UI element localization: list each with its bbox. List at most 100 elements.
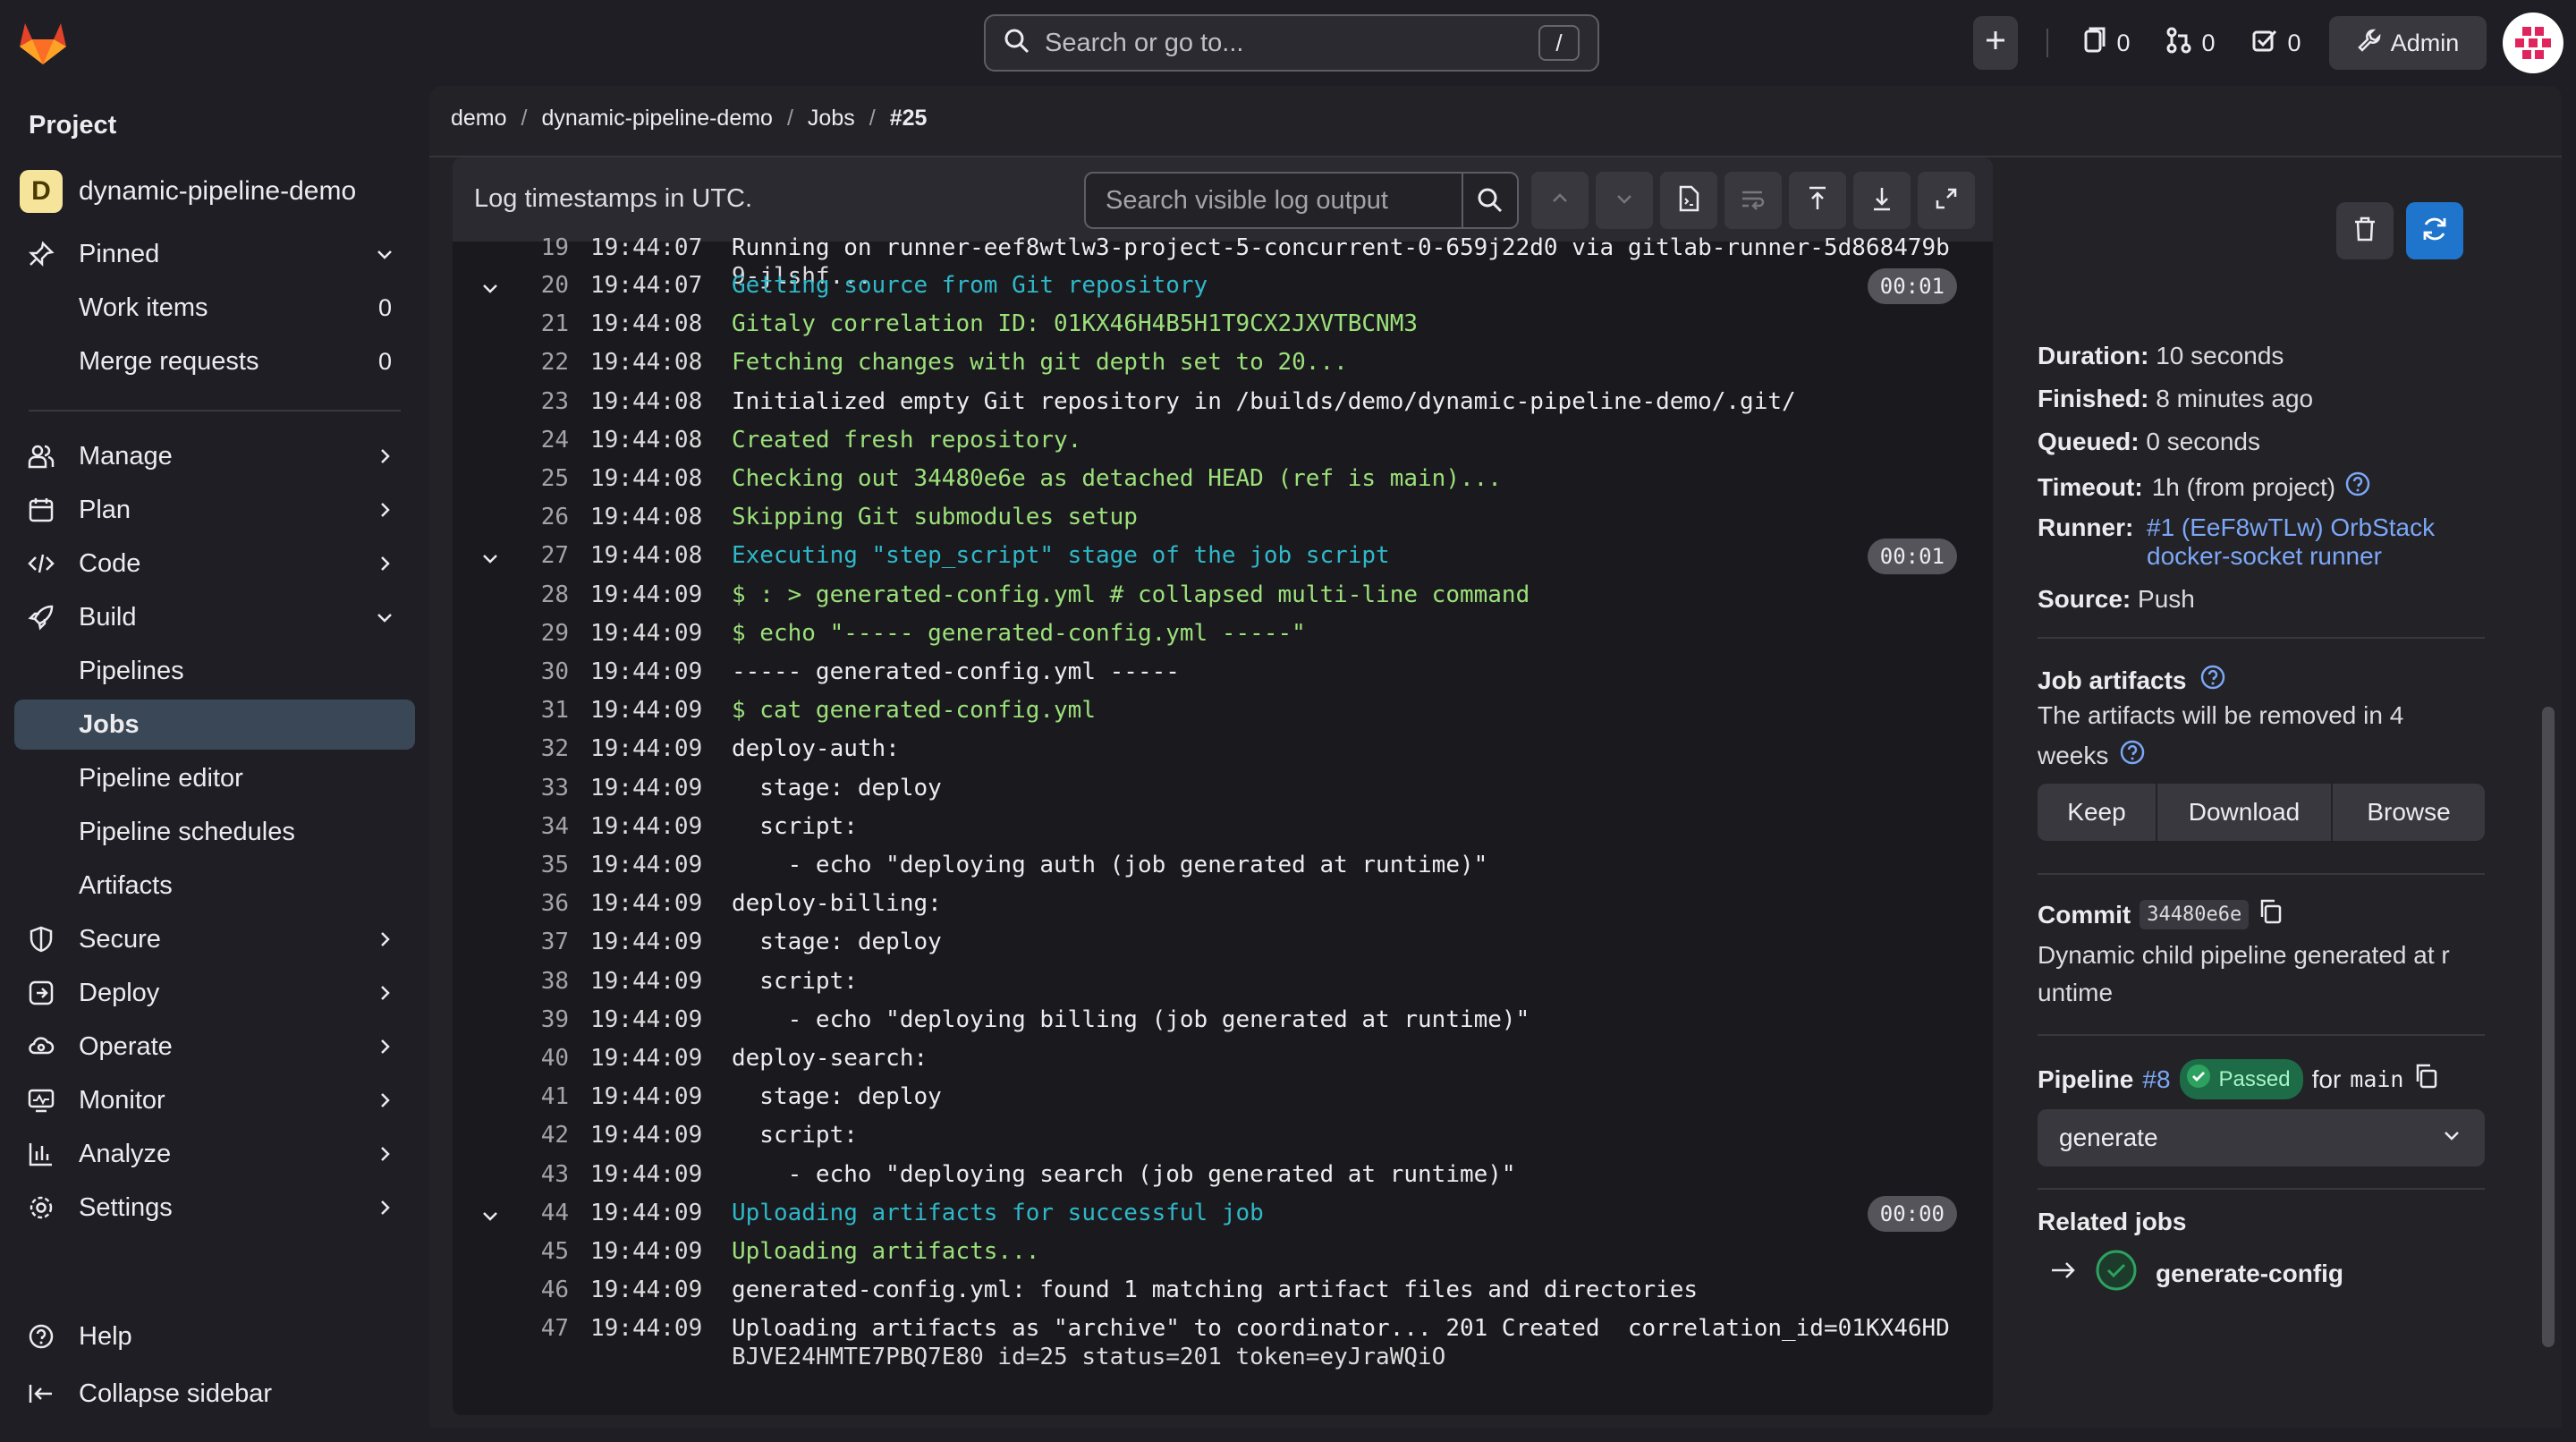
log-search-input[interactable]: Search visible log output xyxy=(1084,172,1519,229)
log-line-number[interactable]: 24 xyxy=(470,427,569,454)
sidebar-item-analyze[interactable]: Analyze xyxy=(14,1129,415,1179)
retry-job-button[interactable] xyxy=(2406,202,2463,259)
help-icon[interactable] xyxy=(2344,471,2371,504)
sidebar-item-label: Monitor xyxy=(79,1085,165,1115)
sidebar-item-jobs[interactable]: Jobs xyxy=(14,700,415,750)
log-line-number[interactable]: 19 xyxy=(470,234,569,261)
sidebar-item-secure[interactable]: Secure xyxy=(14,914,415,964)
sidebar-item-operate[interactable]: Operate xyxy=(14,1022,415,1072)
keep-button[interactable]: Keep xyxy=(2038,784,2157,841)
download-button[interactable]: Download xyxy=(2157,784,2333,841)
breadcrumb-item[interactable]: Jobs xyxy=(808,106,855,131)
log-line-number[interactable]: 35 xyxy=(470,852,569,878)
log-line: 29 19:44:09 $ echo "----- generated-config… xyxy=(453,615,1993,653)
sidebar-item-pipeline-schedules[interactable]: Pipeline schedules xyxy=(14,807,415,857)
issues-button[interactable]: 0 xyxy=(2075,16,2138,70)
runner-link[interactable]: #1 (EeF8wTLw) OrbStack xyxy=(2147,513,2435,542)
log-line-number[interactable]: 27 xyxy=(470,542,569,569)
next-match-button[interactable] xyxy=(1596,172,1653,229)
sidebar-item-pipelines[interactable]: Pipelines xyxy=(14,646,415,696)
duration-value: 10 seconds xyxy=(2156,342,2284,369)
project-link[interactable]: D dynamic-pipeline-demo xyxy=(20,170,356,213)
commit-sha[interactable]: 34480e6e xyxy=(2140,900,2250,929)
log-line-number[interactable]: 38 xyxy=(470,968,569,995)
sidebar-item-merge-requests[interactable]: Merge requests 0 xyxy=(14,336,415,386)
runner-link-line2[interactable]: docker-socket runner xyxy=(2147,542,2382,571)
previous-match-button[interactable] xyxy=(1531,172,1589,229)
wrap-lines-button[interactable] xyxy=(1724,172,1782,229)
collapse-sidebar-button[interactable]: Collapse sidebar xyxy=(14,1369,415,1419)
log-line-number[interactable]: 28 xyxy=(470,581,569,608)
view-raw-button[interactable] xyxy=(1660,172,1717,229)
gitlab-logo-icon[interactable] xyxy=(18,20,68,66)
log-line-number[interactable]: 33 xyxy=(470,775,569,802)
copy-icon[interactable] xyxy=(2258,898,2283,931)
global-search-input[interactable]: Search or go to... / xyxy=(984,14,1599,72)
search-icon[interactable] xyxy=(1462,174,1517,227)
scroll-to-bottom-button[interactable] xyxy=(1853,172,1911,229)
log-line-number[interactable]: 34 xyxy=(470,813,569,840)
browse-button[interactable]: Browse xyxy=(2333,784,2485,841)
sidebar-item-pipeline-editor[interactable]: Pipeline editor xyxy=(14,753,415,803)
sidebar-item-work-items[interactable]: Work items 0 xyxy=(14,283,415,333)
log-line-number[interactable]: 43 xyxy=(470,1161,569,1188)
log-line-number[interactable]: 42 xyxy=(470,1122,569,1149)
stage-select[interactable]: generate xyxy=(2038,1109,2485,1166)
log-section-header[interactable]: 20 19:44:07 Getting source from Git reposi… xyxy=(453,267,1993,305)
page-scrollbar[interactable] xyxy=(2542,707,2555,1347)
todo-icon xyxy=(2251,27,2278,60)
finished-value: 8 minutes ago xyxy=(2156,385,2314,412)
scroll-to-top-button[interactable] xyxy=(1789,172,1846,229)
admin-button[interactable]: Admin xyxy=(2329,16,2487,70)
log-line-time: 19:44:09 xyxy=(590,929,703,956)
pipeline-ref[interactable]: main xyxy=(2350,1066,2403,1092)
log-line-number[interactable]: 37 xyxy=(470,929,569,955)
log-line-number[interactable]: 26 xyxy=(470,504,569,530)
sidebar-item-monitor[interactable]: Monitor xyxy=(14,1075,415,1125)
merge-requests-button[interactable]: 0 xyxy=(2157,16,2224,70)
log-line-number[interactable]: 41 xyxy=(470,1083,569,1110)
log-line-number[interactable]: 32 xyxy=(470,735,569,762)
help-icon[interactable] xyxy=(2119,739,2146,772)
breadcrumb-item[interactable]: demo xyxy=(451,106,507,131)
todos-button[interactable]: 0 xyxy=(2243,16,2309,70)
log-line-number[interactable]: 22 xyxy=(470,349,569,376)
breadcrumb-current[interactable]: #25 xyxy=(890,106,928,131)
log-line-number[interactable]: 25 xyxy=(470,465,569,492)
related-job-item[interactable]: generate-config xyxy=(2050,1249,2343,1298)
log-line-number[interactable]: 45 xyxy=(470,1238,569,1265)
log-line-number[interactable]: 20 xyxy=(470,272,569,299)
copy-icon[interactable] xyxy=(2413,1063,2438,1096)
sidebar-item-build[interactable]: Build xyxy=(14,592,415,642)
log-line-number[interactable]: 47 xyxy=(470,1315,569,1342)
log-line-number[interactable]: 30 xyxy=(470,658,569,685)
log-section-header[interactable]: 44 19:44:09 Uploading artifacts for succes… xyxy=(453,1194,1993,1233)
log-section-header[interactable]: 27 19:44:08 Executing "step_script" stage … xyxy=(453,537,1993,575)
log-line-number[interactable]: 46 xyxy=(470,1277,569,1303)
sidebar-item-artifacts[interactable]: Artifacts xyxy=(14,861,415,911)
sidebar-item-manage[interactable]: Manage xyxy=(14,431,415,481)
user-avatar[interactable] xyxy=(2503,13,2563,73)
sidebar-item-plan[interactable]: Plan xyxy=(14,485,415,535)
sidebar-item-settings[interactable]: Settings xyxy=(14,1183,415,1233)
log-line-number[interactable]: 39 xyxy=(470,1006,569,1033)
log-line-number[interactable]: 31 xyxy=(470,697,569,724)
status-badge[interactable]: Passed xyxy=(2179,1059,2303,1099)
pipeline-for: for xyxy=(2311,1065,2342,1093)
erase-job-button[interactable] xyxy=(2336,202,2394,259)
log-line-number[interactable]: 21 xyxy=(470,310,569,337)
fullscreen-button[interactable] xyxy=(1918,172,1975,229)
pipeline-link[interactable]: #8 xyxy=(2142,1065,2170,1094)
log-line-number[interactable]: 40 xyxy=(470,1045,569,1072)
log-line-number[interactable]: 29 xyxy=(470,620,569,647)
sidebar-item-code[interactable]: Code xyxy=(14,539,415,589)
create-new-button[interactable] xyxy=(1973,16,2018,70)
help-button[interactable]: Help xyxy=(14,1311,415,1361)
sidebar-item-pinned[interactable]: Pinned xyxy=(14,229,415,279)
sidebar-item-deploy[interactable]: Deploy xyxy=(14,968,415,1018)
log-line-number[interactable]: 44 xyxy=(470,1200,569,1226)
log-line-number[interactable]: 36 xyxy=(470,890,569,917)
help-icon[interactable] xyxy=(2199,664,2226,697)
breadcrumb-item[interactable]: dynamic-pipeline-demo xyxy=(542,106,773,131)
log-line-number[interactable]: 23 xyxy=(470,388,569,415)
